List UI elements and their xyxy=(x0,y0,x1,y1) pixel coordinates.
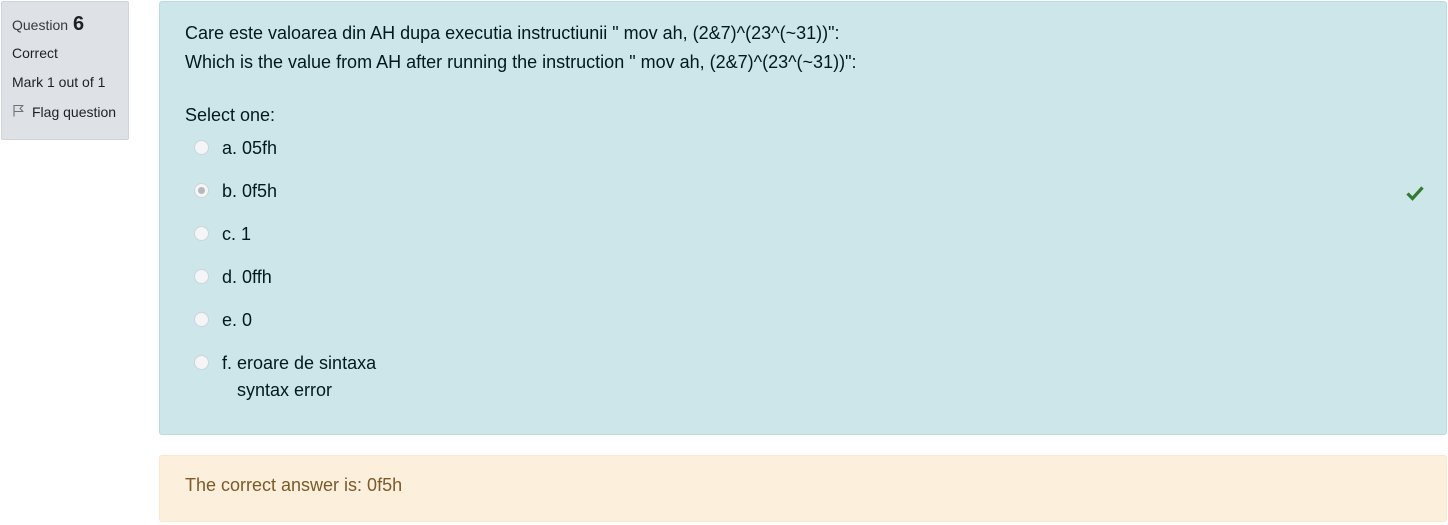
flag-question-link[interactable]: Flag question xyxy=(12,104,128,120)
question-outcome: The correct answer is: 0f5h xyxy=(159,455,1447,522)
answer-option-e[interactable]: e. 0 xyxy=(194,307,1424,350)
question-info-panel: Question 6 Correct Mark 1 out of 1 Flag … xyxy=(1,1,129,140)
question-number: Question 6 xyxy=(12,13,128,37)
answer-option-label: c. 1 xyxy=(222,224,252,244)
answer-option-c[interactable]: c. 1 xyxy=(194,221,1424,264)
answer-option-label: d. 0ffh xyxy=(222,267,272,287)
answer-options: a. 05fh b. 0f5h c. 1 d. 0ffh e. 0 f. ero… xyxy=(194,135,1424,400)
answer-option-label: b. 0f5h xyxy=(222,181,278,201)
flag-question-label: Flag question xyxy=(32,104,117,120)
answer-option-sublabel: syntax error xyxy=(237,380,333,400)
radio-button[interactable] xyxy=(194,312,209,327)
question-text: Care este valoarea din AH dupa executia … xyxy=(185,19,856,77)
answer-option-text: f. eroare de sintaxa syntax error xyxy=(222,350,376,405)
question-text-romanian: Care este valoarea din AH dupa executia … xyxy=(185,23,840,43)
select-one-prompt: Select one: xyxy=(185,105,276,125)
radio-button[interactable] xyxy=(194,269,209,284)
answer-option-label: f. eroare de sintaxa xyxy=(222,353,377,373)
radio-button[interactable] xyxy=(194,140,209,155)
radio-button[interactable] xyxy=(194,226,209,241)
question-state: Correct xyxy=(12,45,58,61)
answer-option-f[interactable]: f. eroare de sintaxa syntax error xyxy=(194,350,1424,400)
question-number-value: 6 xyxy=(73,13,85,35)
radio-button[interactable] xyxy=(194,355,209,370)
answer-option-b[interactable]: b. 0f5h xyxy=(194,178,1424,221)
answer-option-a[interactable]: a. 05fh xyxy=(194,135,1424,178)
check-icon xyxy=(1406,182,1424,201)
answer-option-label: a. 05fh xyxy=(222,138,278,158)
answer-option-label: e. 0 xyxy=(222,310,253,330)
answer-option-d[interactable]: d. 0ffh xyxy=(194,264,1424,307)
question-formulation: Care este valoarea din AH dupa executia … xyxy=(159,1,1447,435)
question-label: Question xyxy=(12,17,69,33)
radio-button-selected[interactable] xyxy=(194,183,209,198)
correct-answer-feedback: The correct answer is: 0f5h xyxy=(185,475,403,495)
flag-icon xyxy=(12,104,32,120)
question-text-english: Which is the value from AH after running… xyxy=(185,52,857,72)
question-grade: Mark 1 out of 1 xyxy=(12,74,106,90)
